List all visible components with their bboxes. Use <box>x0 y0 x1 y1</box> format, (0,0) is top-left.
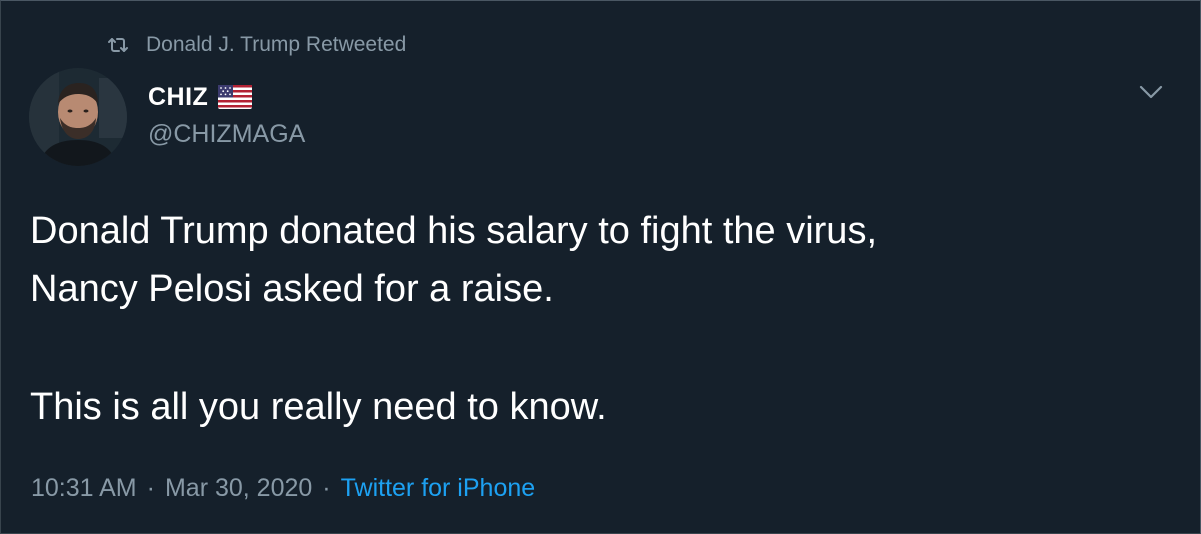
author-name-row[interactable]: CHIZ <box>148 79 253 115</box>
retweet-header: Donald J. Trump Retweeted <box>106 31 406 59</box>
tweet-date[interactable]: Mar 30, 2020 <box>165 474 312 503</box>
meta-separator: · <box>146 473 155 502</box>
meta-separator: · <box>322 473 331 502</box>
tweet-source-link[interactable]: Twitter for iPhone <box>341 474 536 503</box>
author-display-name[interactable]: CHIZ <box>148 83 208 112</box>
tweet-text-line: Donald Trump donated his salary to fight… <box>30 210 878 252</box>
avatar[interactable] <box>29 68 127 166</box>
tweet-text: Donald Trump donated his salary to fight… <box>30 202 1170 436</box>
author-handle[interactable]: @CHIZMAGA <box>148 120 305 149</box>
tweet-options-button[interactable] <box>1137 80 1165 104</box>
retweet-label[interactable]: Donald J. Trump Retweeted <box>146 33 406 57</box>
chevron-down-icon <box>1139 85 1163 99</box>
tweet-text-line: Nancy Pelosi asked for a raise. <box>30 268 554 310</box>
tweet-meta: 10:31 AM · Mar 30, 2020 · Twitter for iP… <box>31 470 535 506</box>
retweet-icon <box>106 33 130 57</box>
us-flag-icon <box>218 85 253 109</box>
tweet-time[interactable]: 10:31 AM <box>31 474 137 503</box>
tweet-text-line: This is all you really need to know. <box>30 386 607 428</box>
avatar-image <box>29 68 127 166</box>
